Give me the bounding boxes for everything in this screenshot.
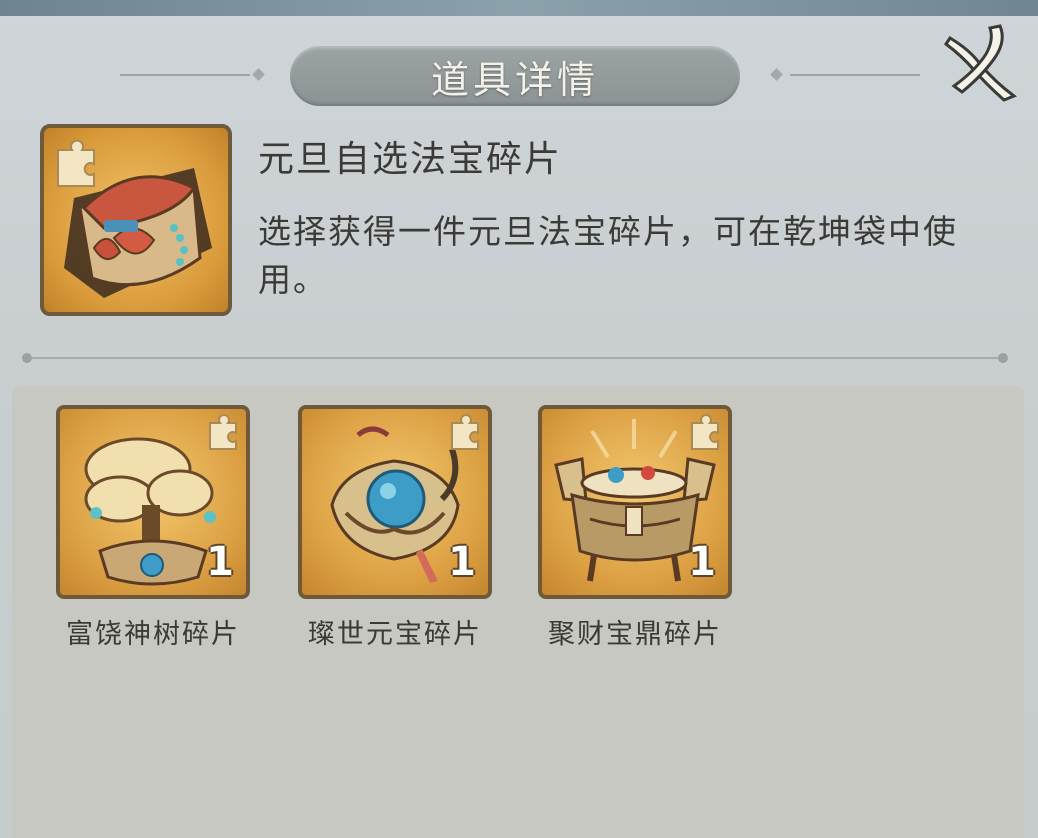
title-right-line [790,74,920,76]
reward-tile-golden-ingot[interactable]: 1 [298,405,492,599]
title-right-diamond [770,68,783,81]
reward-tile-money-tree[interactable]: 1 [56,405,250,599]
divider-left-dot [22,353,32,363]
reward-label: 聚财宝鼎碎片 [548,619,722,650]
reward-count: 1 [688,539,716,585]
close-icon [943,24,1018,102]
divider-right-dot [998,353,1008,363]
item-name: 元旦自选法宝碎片 [258,139,563,180]
reward-label: 璨世元宝碎片 [308,619,482,650]
title-plate: 道具详情 [290,46,740,106]
section-divider [24,357,1006,359]
reward-count: 1 [206,539,234,585]
item-description: 选择获得一件元旦法宝碎片，可在乾坤袋中使用。 [258,212,958,299]
dialog-title: 道具详情 [430,57,599,102]
reward-label: 富饶神树碎片 [66,619,240,650]
title-left-diamond [252,68,265,81]
top-frame-strip [0,0,1038,16]
reward-count: 1 [448,539,476,585]
close-button[interactable] [940,20,1022,102]
title-left-line [120,74,250,76]
reward-tile-treasure-cauldron[interactable]: 1 [538,405,732,599]
treasure-chest-icon [57,139,212,298]
item-icon-frame [40,124,232,316]
